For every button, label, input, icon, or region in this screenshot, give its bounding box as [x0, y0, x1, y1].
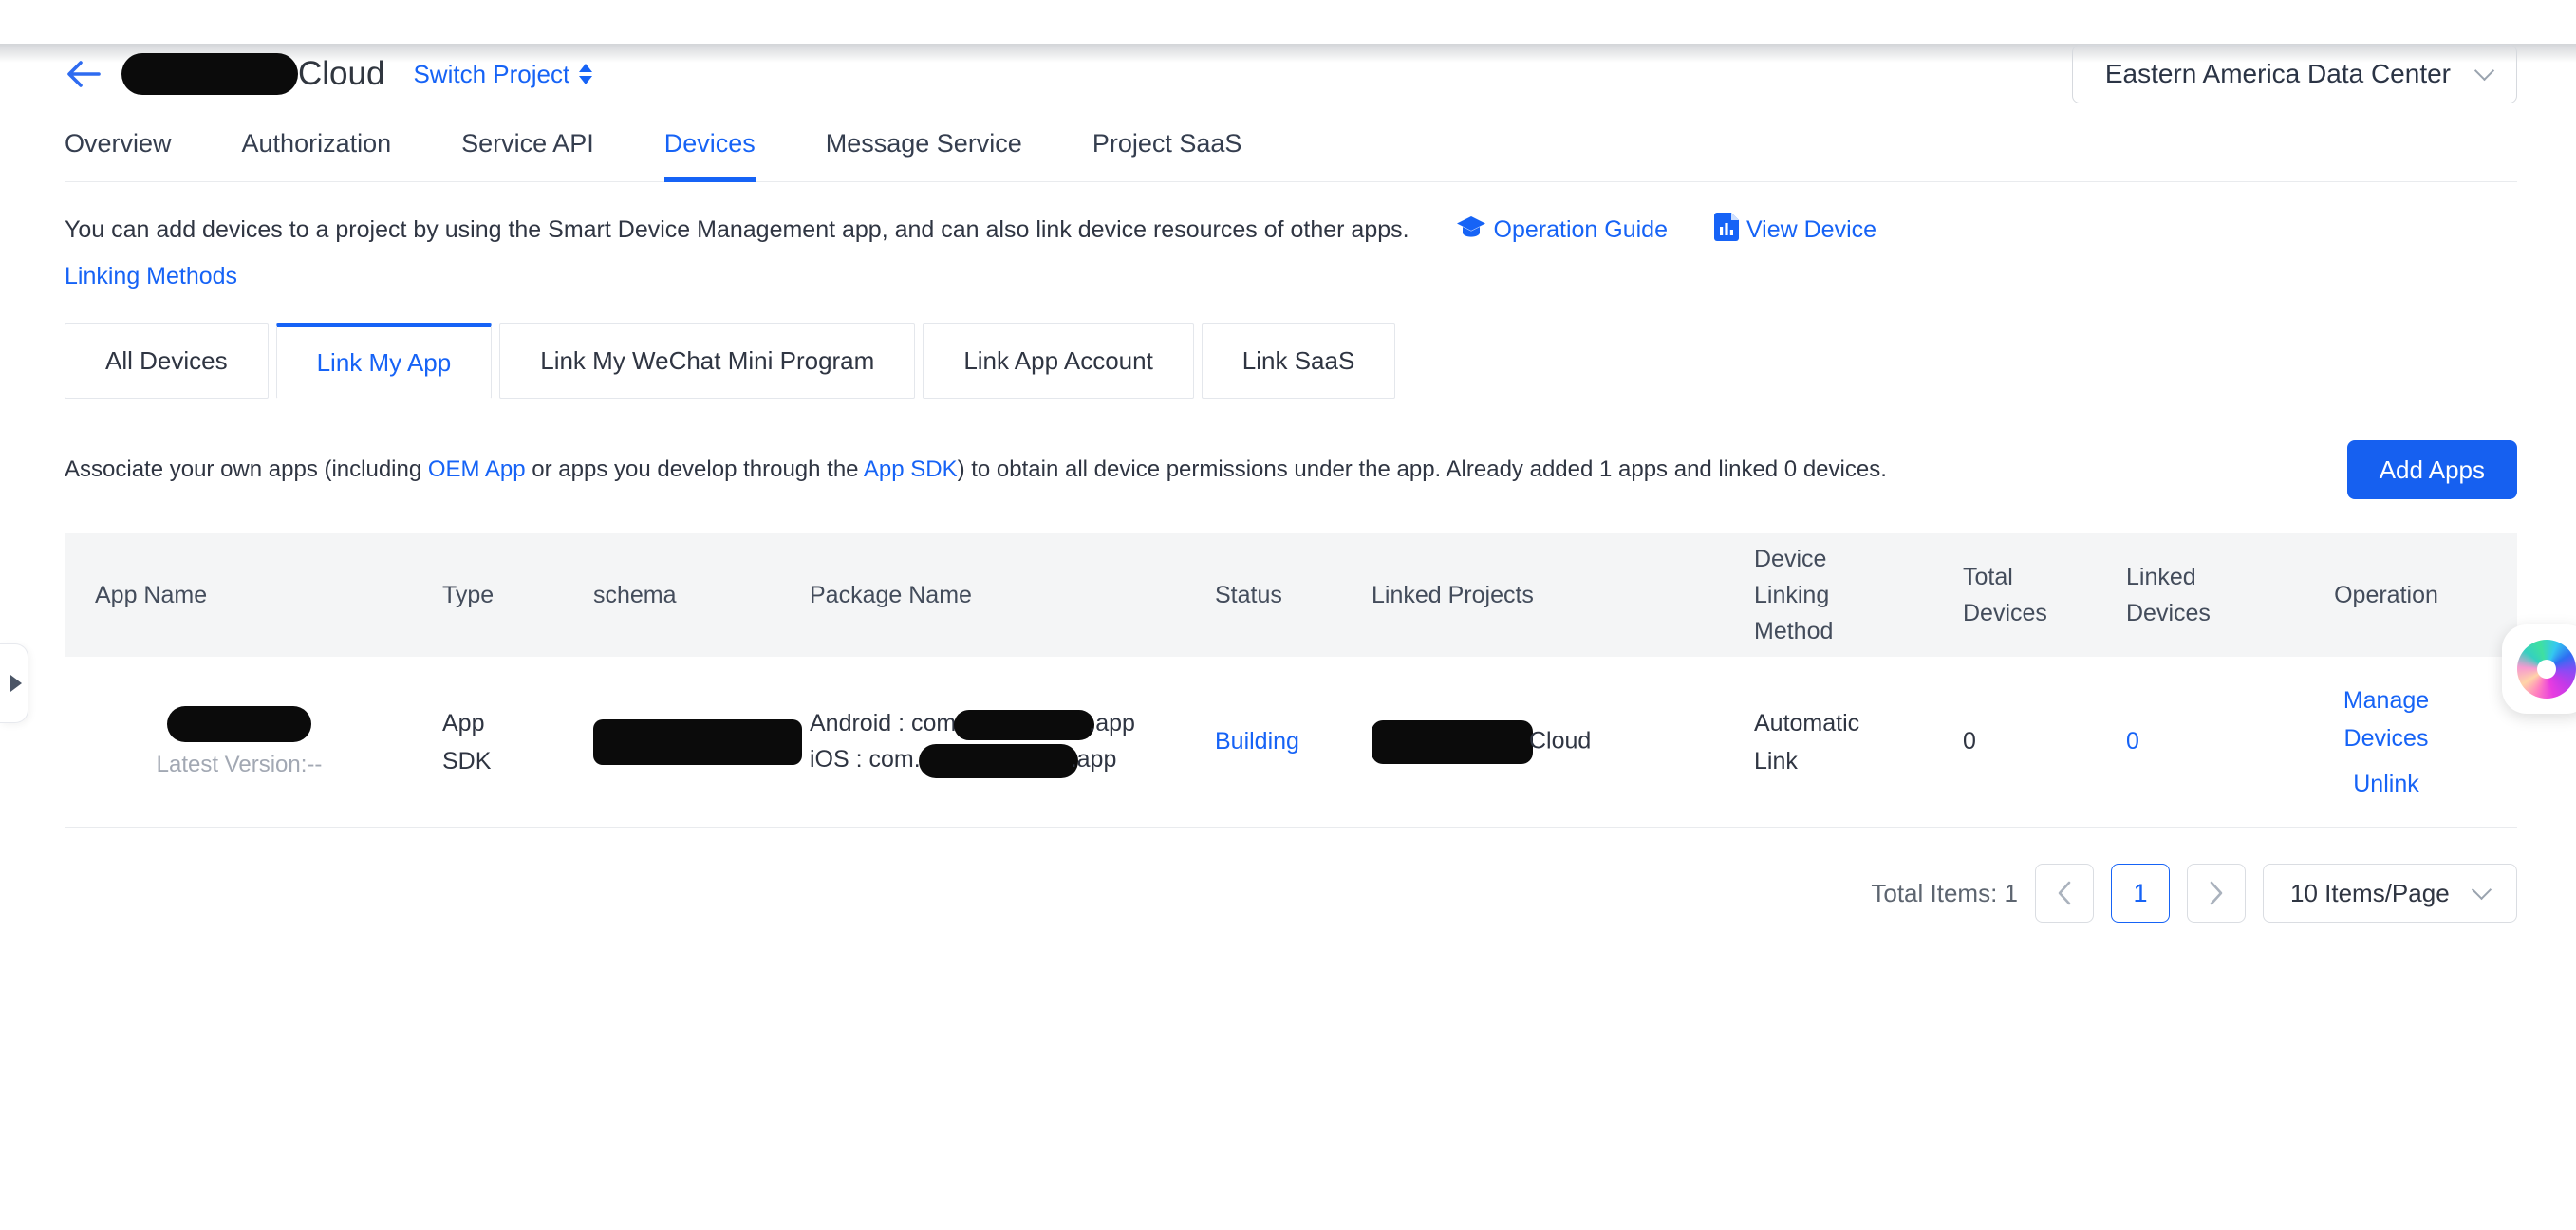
col-header-app-name: App Name	[65, 577, 442, 613]
package-android-line: Android : com.app	[810, 705, 1215, 741]
redacted-app-name	[167, 706, 311, 742]
cell-operation: Manage Devices Unlink	[2324, 681, 2517, 803]
cell-linked-devices: 0	[2126, 728, 2324, 755]
redacted-project-name	[121, 53, 298, 95]
tab-overview[interactable]: Overview	[65, 129, 172, 181]
associate-part1: Associate your own apps (including	[65, 457, 428, 482]
back-arrow-icon	[65, 58, 103, 90]
add-apps-button[interactable]: Add Apps	[2347, 440, 2517, 499]
associate-part2: or apps you develop through the	[526, 457, 864, 482]
col-header-status: Status	[1215, 577, 1372, 613]
document-chart-icon	[1714, 213, 1739, 255]
page-title: Cloud	[298, 55, 384, 93]
data-center-select[interactable]: Eastern America Data Center	[2072, 45, 2517, 103]
redacted-android-package	[954, 710, 1094, 740]
table-header-row: App Name Type schema Package Name Status…	[65, 533, 2517, 657]
unlink-link[interactable]: Unlink	[2324, 765, 2449, 803]
subtab-link-wechat-mini-program[interactable]: Link My WeChat Mini Program	[499, 323, 915, 399]
associate-part3: ) to obtain all device permissions under…	[958, 457, 1887, 482]
assistant-widget-button[interactable]	[2502, 624, 2576, 714]
page-size-select[interactable]: 10 Items/Page	[2263, 864, 2517, 922]
manage-devices-link[interactable]: Manage Devices	[2324, 681, 2449, 757]
cell-type: App SDK	[442, 704, 593, 780]
back-button[interactable]	[65, 55, 106, 93]
col-header-type: Type	[442, 577, 593, 613]
sidebar-expand-handle[interactable]	[0, 643, 28, 723]
status-building-link[interactable]: Building	[1215, 728, 1299, 755]
tab-devices[interactable]: Devices	[664, 129, 756, 181]
operation-guide-label: Operation Guide	[1494, 216, 1668, 243]
chevron-down-icon	[2472, 879, 2492, 899]
col-header-linked-projects: Linked Projects	[1372, 577, 1754, 613]
associate-text: Associate your own apps (including OEM A…	[65, 457, 1887, 483]
tab-service-api[interactable]: Service API	[461, 129, 594, 181]
app-sdk-link[interactable]: App SDK	[864, 457, 958, 482]
intro-text: You can add devices to a project by usin…	[65, 216, 1409, 243]
expand-arrow-icon	[10, 675, 22, 692]
subtab-link-saas[interactable]: Link SaaS	[1202, 323, 1396, 399]
pagination: Total Items: 1 1 10 Items/Page	[65, 864, 2517, 922]
package-ios-line: iOS : com..app	[810, 741, 1215, 777]
switch-project-label: Switch Project	[413, 60, 569, 89]
col-header-schema: schema	[593, 577, 810, 613]
total-items-label: Total Items: 1	[1871, 879, 2018, 908]
main-tabs: Overview Authorization Service API Devic…	[65, 129, 2517, 182]
chevron-down-icon	[2474, 60, 2494, 80]
switch-project-button[interactable]: Switch Project	[413, 60, 592, 89]
operation-guide-link[interactable]: Operation Guide	[1456, 216, 1668, 243]
data-center-value: Eastern America Data Center	[2105, 59, 2451, 89]
prev-page-button[interactable]	[2035, 864, 2094, 922]
chevron-left-icon	[2057, 881, 2072, 905]
page-header: Cloud Switch Project Eastern America Dat…	[65, 44, 2517, 104]
chevron-right-icon	[2209, 881, 2224, 905]
cell-total-devices: 0	[1963, 728, 2126, 755]
col-header-total-devices: Total Devices	[1963, 559, 2126, 631]
latest-version-text: Latest Version:--	[65, 752, 414, 778]
table-row: Latest Version:-- App SDK Android : com.…	[65, 657, 2517, 828]
associate-row: Associate your own apps (including OEM A…	[65, 440, 2517, 499]
graduation-cap-icon	[1456, 213, 1486, 255]
cell-schema	[593, 719, 810, 765]
tab-authorization[interactable]: Authorization	[242, 129, 392, 181]
page: Cloud Switch Project Eastern America Dat…	[0, 44, 2576, 922]
linked-devices-link[interactable]: 0	[2126, 728, 2139, 755]
redacted-ios-package	[919, 744, 1078, 778]
page-size-value: 10 Items/Page	[2290, 879, 2450, 908]
tab-project-saas[interactable]: Project SaaS	[1092, 129, 1242, 181]
subtab-link-my-app[interactable]: Link My App	[276, 323, 493, 399]
col-header-linked-devices: Linked Devices	[2126, 559, 2324, 631]
oem-app-link[interactable]: OEM App	[428, 457, 526, 482]
col-header-operation: Operation	[2324, 576, 2517, 614]
subtab-all-devices[interactable]: All Devices	[65, 323, 269, 399]
col-header-device-linking-method: Device Linking Method	[1754, 541, 1963, 649]
col-header-package-name: Package Name	[810, 577, 1215, 613]
intro-paragraph: You can add devices to a project by usin…	[65, 209, 1882, 298]
device-subtabs: All Devices Link My App Link My WeChat M…	[65, 323, 2517, 399]
cell-status: Building	[1215, 728, 1372, 755]
redacted-linked-project	[1372, 720, 1533, 764]
cell-app-name: Latest Version:--	[65, 706, 442, 778]
cell-package-name: Android : com.app iOS : com..app	[810, 705, 1215, 777]
cell-device-linking-method: Automatic Link	[1754, 704, 1963, 780]
apps-table: App Name Type schema Package Name Status…	[65, 533, 2517, 828]
project-title: Cloud	[121, 53, 384, 95]
assistant-swirl-icon	[2517, 640, 2576, 699]
redacted-schema	[593, 719, 802, 765]
page-number-button[interactable]: 1	[2111, 864, 2170, 922]
cell-linked-projects: Cloud	[1372, 720, 1754, 764]
subtab-link-app-account[interactable]: Link App Account	[923, 323, 1193, 399]
linked-project-suffix: Cloud	[1529, 727, 1591, 754]
switch-project-icon	[579, 64, 592, 84]
tab-message-service[interactable]: Message Service	[826, 129, 1022, 181]
next-page-button[interactable]	[2187, 864, 2246, 922]
